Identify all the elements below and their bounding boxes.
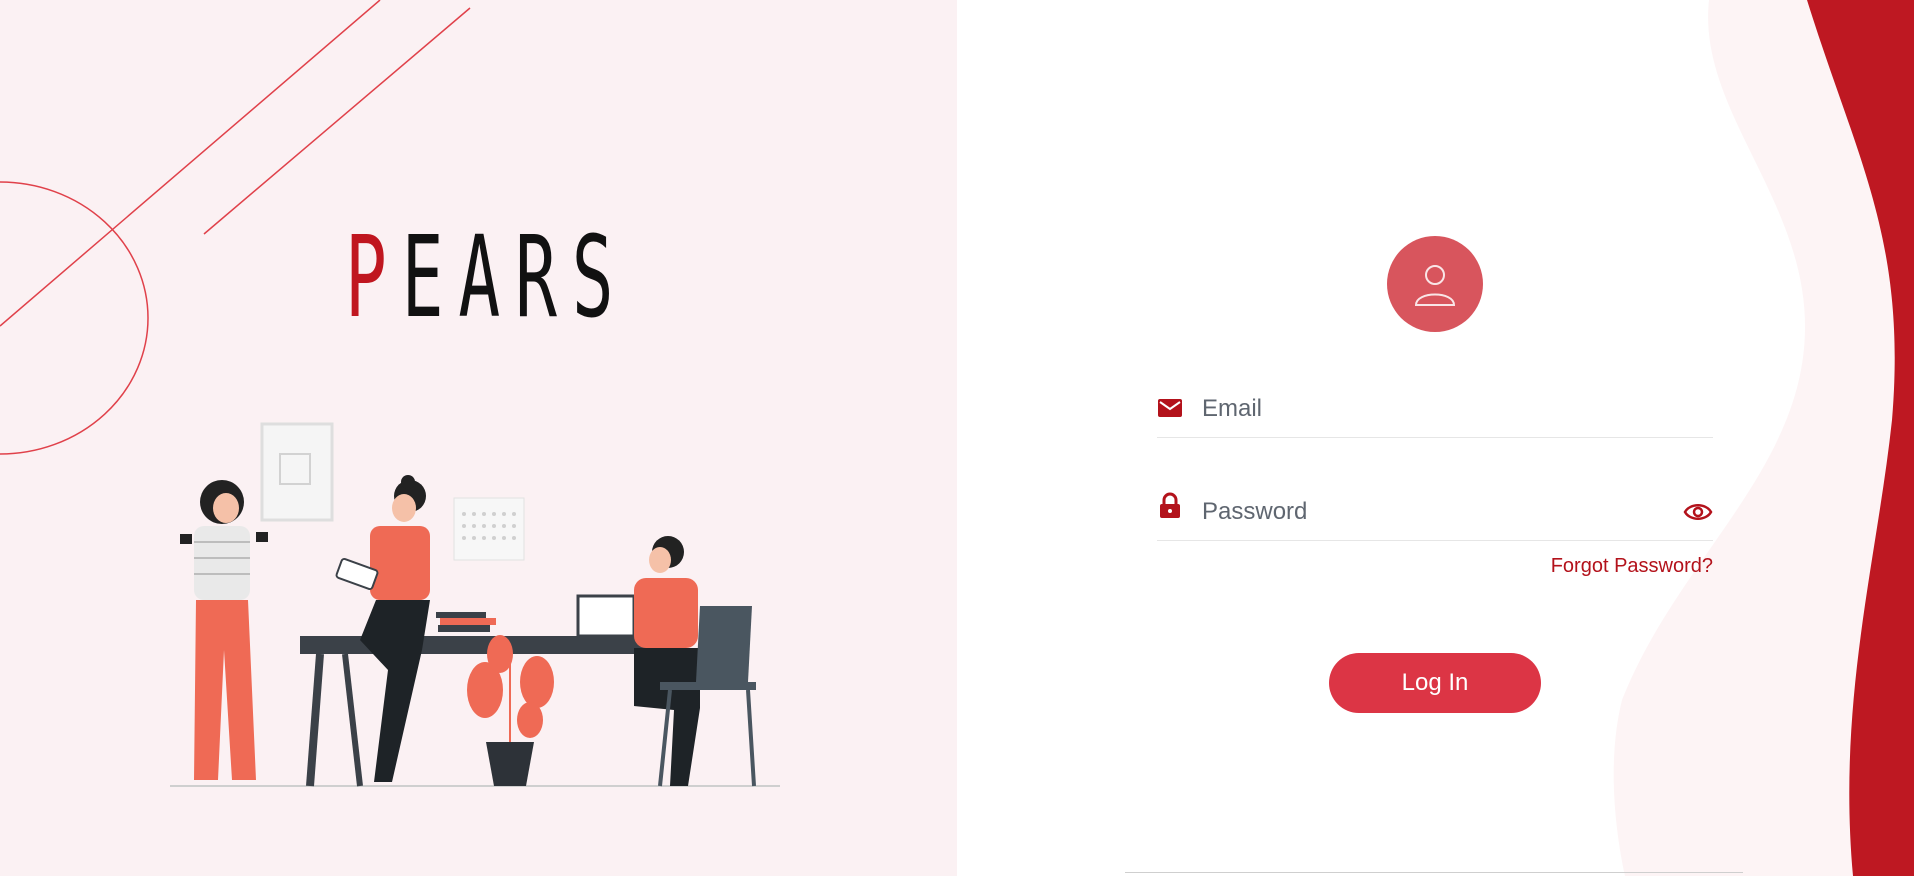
email-input[interactable]	[1200, 391, 1644, 427]
hero-panel: PEARS	[0, 0, 957, 876]
brand-logo: PEARS	[345, 213, 629, 343]
password-field	[1157, 488, 1713, 541]
user-avatar	[1387, 236, 1483, 332]
login-panel: Forgot Password? Log In	[957, 0, 1914, 876]
decorative-wave	[1613, 0, 1914, 876]
envelope-icon	[1158, 399, 1182, 417]
team-illustration	[170, 422, 780, 787]
forgot-password-link[interactable]: Forgot Password?	[1457, 555, 1713, 578]
lock-icon	[1160, 492, 1180, 518]
user-icon	[1414, 265, 1456, 306]
login-button[interactable]: Log In	[1329, 653, 1541, 713]
password-input[interactable]	[1200, 494, 1644, 530]
divider	[1125, 872, 1743, 873]
email-field	[1157, 385, 1713, 438]
eye-icon[interactable]	[1683, 500, 1713, 524]
